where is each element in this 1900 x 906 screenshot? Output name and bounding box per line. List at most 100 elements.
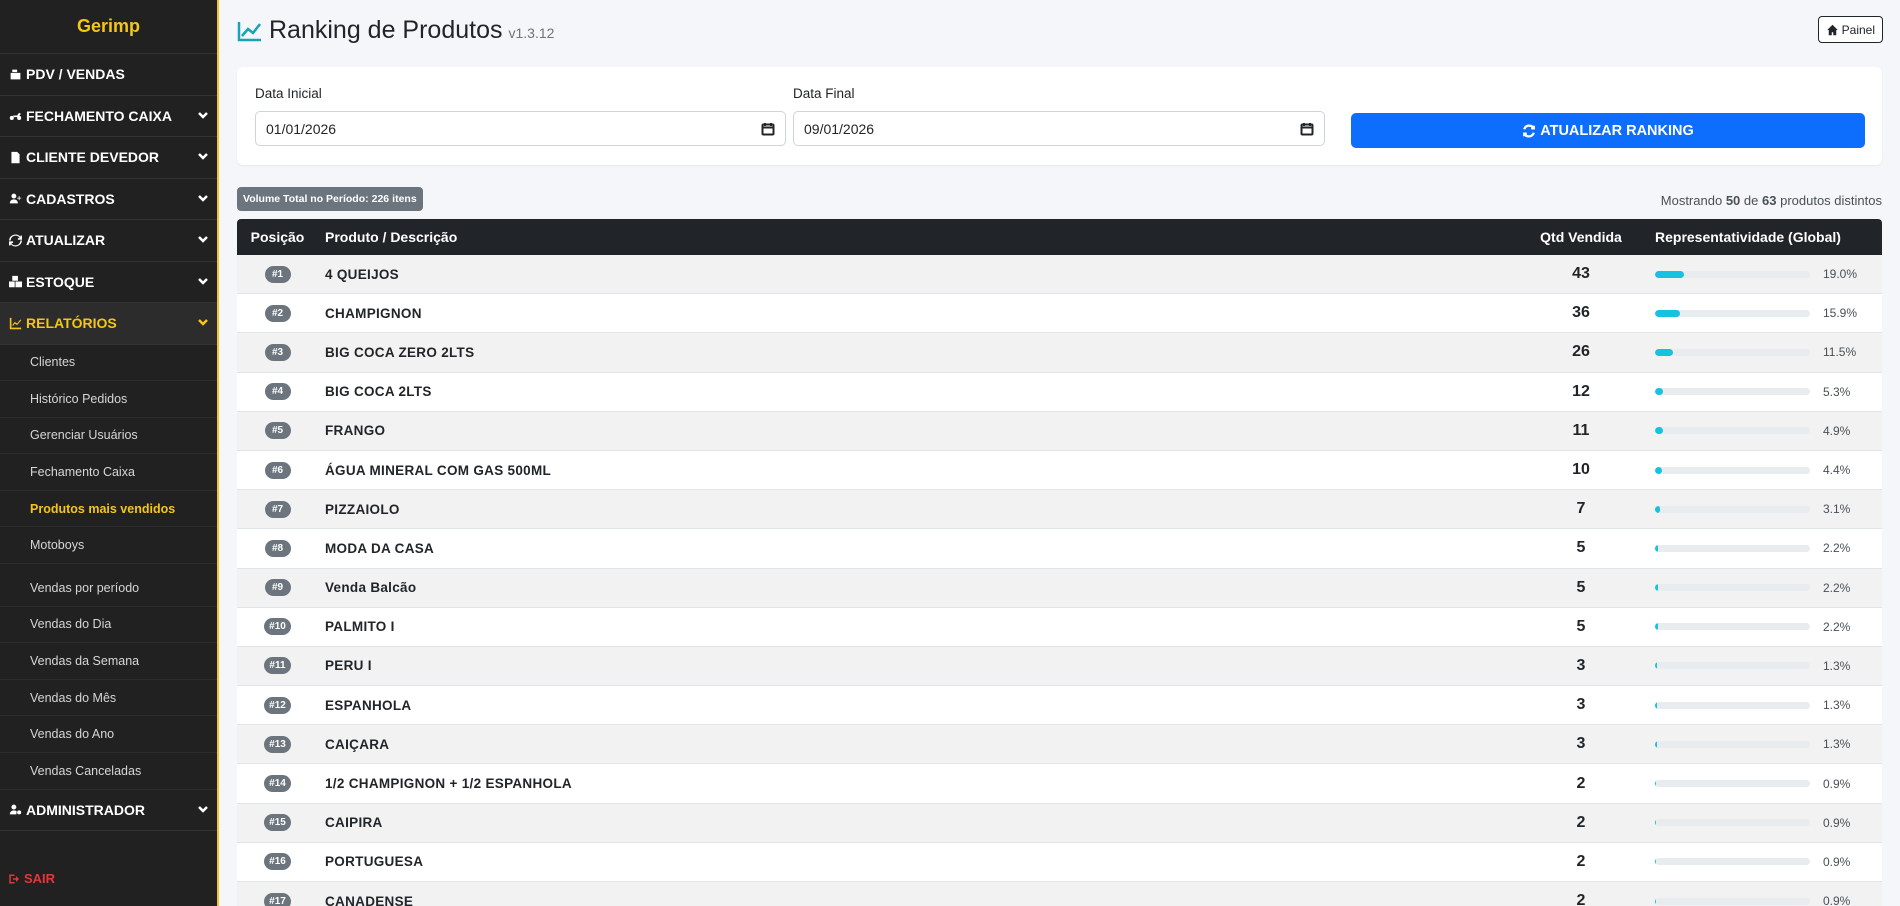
sidebar-sub-motoboys[interactable]: Motoboys [0, 527, 217, 565]
calendar-icon[interactable] [1300, 122, 1314, 136]
sign-out-icon [9, 874, 19, 883]
table-row[interactable]: #8 MODA DA CASA 5 2.2% [237, 529, 1882, 569]
header-product[interactable]: Produto / Descrição [318, 229, 1514, 245]
table-row[interactable]: #1 4 QUEIJOS 43 19.0% [237, 255, 1882, 295]
table-row[interactable]: #9 Venda Balcão 5 2.2% [237, 568, 1882, 608]
table-body: #1 4 QUEIJOS 43 19.0% #2 CHAMPIGNON 36 15.9% #3 B… [237, 255, 1882, 906]
quantity-cell: 5 [1514, 539, 1648, 557]
header-representativeness[interactable]: Representatividade (Global) [1648, 229, 1882, 245]
progress-bar-fill [1655, 466, 1662, 474]
quantity-cell: 3 [1514, 735, 1648, 753]
sidebar-item-atualizar[interactable]: ATUALIZAR [0, 220, 217, 262]
logout-link[interactable]: SAIR [8, 871, 55, 886]
sidebar-item-administrador[interactable]: ADMINISTRADOR [0, 790, 217, 832]
start-date-value: 01/01/2026 [266, 120, 337, 137]
sidebar-sub-vendas-dia[interactable]: Vendas do Dia [0, 606, 217, 644]
table-row[interactable]: #5 FRANGO 11 4.9% [237, 411, 1882, 451]
rank-badge: #8 [264, 539, 291, 557]
table-row[interactable]: #6 ÁGUA MINERAL COM GAS 500ML 10 4.4% [237, 450, 1882, 491]
page-header: Ranking de Produtos v1.3.12 [237, 16, 554, 45]
table-row[interactable]: #3 BIG COCA ZERO 2LTS 26 11.5% [237, 333, 1882, 373]
sidebar-sub-vendas-periodo[interactable]: Vendas por período [0, 570, 217, 607]
quantity-value: 5 [1576, 539, 1586, 557]
chart-line-icon [8, 317, 23, 330]
table-row[interactable]: #15 CAIPIRA 2 0.9% [237, 803, 1882, 843]
quantity-cell: 3 [1514, 657, 1648, 675]
sidebar-sub-produtos-mais-vendidos[interactable]: Produtos mais vendidos [0, 490, 217, 528]
sidebar-item-relatorios[interactable]: RELATÓRIOS [0, 303, 217, 345]
quantity-cell: 3 [1514, 696, 1648, 714]
brand-logo[interactable]: Gerimp [0, 0, 217, 54]
update-ranking-button[interactable]: ATUALIZAR RANKING [1351, 113, 1865, 148]
sidebar-item-pdv-vendas[interactable]: PDV / VENDAS [0, 54, 217, 96]
rank-badge: #3 [264, 343, 291, 361]
sidebar-sub-vendas-semana[interactable]: Vendas da Semana [0, 643, 217, 680]
ranking-table: Posição Produto / Descrição Qtd Vendida … [237, 219, 1882, 906]
header-quantity[interactable]: Qtd Vendida [1514, 229, 1648, 245]
position-cell: #11 [237, 657, 318, 675]
sidebar-sub-vendas-mes[interactable]: Vendas do Mês [0, 679, 217, 717]
chart-line-icon [237, 21, 261, 41]
sidebar-item-fechamento-caixa[interactable]: FECHAMENTO CAIXA [0, 96, 217, 137]
quantity-value: 11 [1572, 421, 1590, 439]
start-date-input[interactable]: 01/01/2026 [255, 111, 786, 146]
percent-label: 0.9% [1823, 776, 1851, 791]
sidebar-sub-vendas-ano[interactable]: Vendas do Ano [0, 716, 217, 754]
showing-total-value: 63 [1762, 193, 1777, 208]
sidebar-sub-fechamento-caixa[interactable]: Fechamento Caixa [0, 454, 217, 491]
percent-label: 2.2% [1823, 541, 1851, 556]
representativeness-cell: 2.2% [1648, 581, 1882, 595]
quantity-value: 2 [1576, 892, 1586, 906]
progress-bar [1655, 309, 1810, 317]
table-row[interactable]: #2 CHAMPIGNON 36 15.9% [237, 294, 1882, 334]
percent-label: 1.3% [1823, 737, 1851, 752]
product-name: Venda Balcão [325, 580, 417, 596]
table-row[interactable]: #4 BIG COCA 2LTS 12 5.3% [237, 372, 1882, 412]
painel-button[interactable]: Painel [1817, 16, 1883, 43]
table-row[interactable]: #17 CANADENSE 2 0.9% [237, 882, 1882, 906]
table-row[interactable]: #7 PIZZAIOLO 7 3.1% [237, 490, 1882, 530]
rank-badge: #13 [264, 735, 291, 753]
sidebar-item-cadastros[interactable]: CADASTROS [0, 179, 217, 220]
product-name: MODA DA CASA [325, 540, 435, 556]
chevron-down-icon [197, 149, 209, 165]
sync-icon [8, 234, 23, 247]
quantity-value: 3 [1576, 735, 1586, 753]
table-row[interactable]: #14 1/2 CHAMPIGNON + 1/2 ESPANHOLA 2 0.9% [237, 764, 1882, 804]
table-row[interactable]: #10 PALMITO I 5 2.2% [237, 607, 1882, 647]
progress-bar-fill [1655, 270, 1685, 278]
table-row[interactable]: #13 CAIÇARA 3 1.3% [237, 725, 1882, 765]
sidebar-sub-historico-pedidos[interactable]: Histórico Pedidos [0, 381, 217, 418]
progress-bar [1655, 623, 1810, 631]
representativeness-cell: 3.1% [1648, 502, 1882, 516]
end-date-input[interactable]: 09/01/2026 [793, 111, 1325, 146]
position-cell: #6 [237, 461, 318, 479]
start-date-group: Data Inicial 01/01/2026 [255, 86, 786, 146]
progress-bar-fill [1655, 544, 1659, 552]
header-position[interactable]: Posição [237, 229, 318, 245]
quantity-value: 3 [1576, 656, 1586, 674]
chevron-down-icon [197, 315, 209, 331]
table-row[interactable]: #16 PORTUGUESA 2 0.9% [237, 842, 1882, 882]
table-row[interactable]: #11 PERU I 3 1.3% [237, 646, 1882, 687]
progress-bar [1655, 466, 1810, 474]
table-row[interactable]: #12 ESPANHOLA 3 1.3% [237, 686, 1882, 726]
sidebar-item-estoque[interactable]: ESTOQUE [0, 262, 217, 303]
table-header: Posição Produto / Descrição Qtd Vendida … [237, 219, 1882, 255]
rank-badge: #5 [264, 422, 291, 440]
rank-badge: #9 [264, 579, 291, 597]
calendar-icon[interactable] [761, 122, 775, 136]
sidebar-item-cliente-devedor[interactable]: CLIENTE DEVEDOR [0, 137, 217, 179]
quantity-cell: 5 [1514, 618, 1648, 636]
progress-bar [1655, 780, 1810, 788]
product-name: FRANGO [325, 423, 386, 439]
progress-bar [1655, 701, 1810, 709]
rank-badge: #15 [264, 814, 291, 832]
sidebar-sub-vendas-canceladas[interactable]: Vendas Canceladas [0, 753, 217, 790]
sidebar-sub-clientes[interactable]: Clientes [0, 344, 217, 382]
position-cell: #7 [237, 500, 318, 518]
product-name: CAIÇARA [325, 736, 390, 752]
quantity-cell: 2 [1514, 853, 1648, 871]
rank-badge: #1 [264, 265, 291, 283]
sidebar-sub-gerenciar-usuarios[interactable]: Gerenciar Usuários [0, 417, 217, 455]
